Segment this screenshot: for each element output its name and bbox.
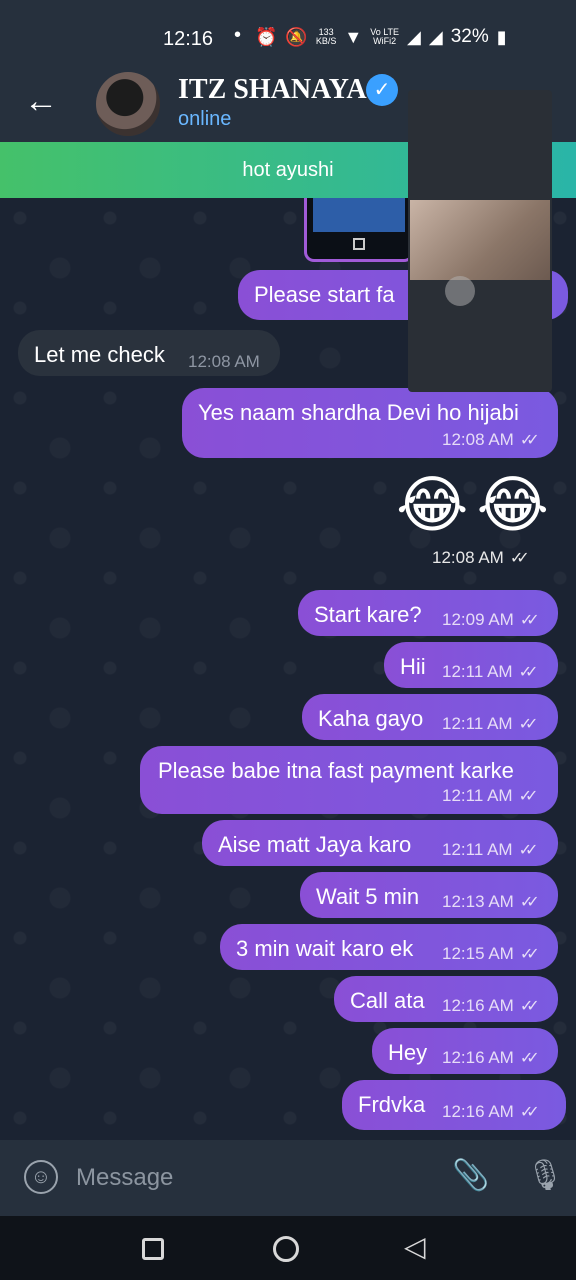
read-ticks-icon: ✓✓: [519, 894, 540, 911]
message-meta: 12:16 AM ✓✓: [442, 1102, 540, 1122]
message-bubble[interactable]: Please babe itna fast payment karke 12:1…: [140, 746, 558, 814]
shared-image-content: [313, 198, 405, 232]
emoji-message-meta: 12:08 AM ✓✓: [432, 548, 530, 568]
emoji-icon[interactable]: ☺: [24, 1160, 58, 1194]
message-text: Yes naam shardha Devi ho hijabi: [198, 400, 519, 425]
contact-status: online: [178, 108, 232, 130]
message-time: 12:13 AM: [442, 892, 514, 911]
message-time: 12:09 AM: [442, 610, 514, 629]
message-time: 12:16 AM: [442, 996, 514, 1015]
alarm-icon: ⏰: [255, 26, 278, 47]
attach-icon[interactable]: 📎: [452, 1158, 489, 1193]
read-ticks-icon: ✓✓: [518, 716, 539, 733]
message-text: Call ata: [350, 988, 425, 1013]
read-ticks-icon: ✓✓: [509, 550, 530, 567]
message-text: Kaha gayo: [318, 706, 424, 731]
read-ticks-icon: ✓✓: [518, 788, 539, 805]
read-ticks-icon: ✓✓: [519, 1050, 540, 1067]
home-button-icon: [353, 238, 365, 250]
message-bubble[interactable]: Wait 5 min 12:13 AM ✓✓: [300, 872, 558, 918]
mute-icon: 🔕: [285, 26, 308, 47]
message-text: Aise matt Jaya karo: [218, 832, 412, 857]
message-meta: 12:11 AM ✓✓: [442, 840, 539, 860]
read-ticks-icon: ✓✓: [519, 432, 540, 449]
message-time: 12:16 AM: [442, 1048, 514, 1067]
message-text: Wait 5 min: [316, 884, 420, 909]
message-text: Hey: [388, 1040, 428, 1065]
signal-icon-2: ◢: [428, 26, 443, 47]
volte-label: Vo LTE WiFi2: [370, 28, 399, 46]
message-bubble[interactable]: Kaha gayo 12:11 AM ✓✓: [302, 694, 558, 740]
message-text: Frdvka: [358, 1092, 426, 1117]
shared-image[interactable]: [304, 198, 414, 262]
message-meta: 12:08 AM ✓✓: [442, 430, 540, 450]
message-time: 12:08 AM: [432, 548, 504, 567]
verified-icon: ✓: [366, 74, 398, 106]
nav-back-icon[interactable]: ◁: [404, 1230, 426, 1263]
read-ticks-icon: ✓✓: [519, 612, 540, 629]
message-meta: 12:11 AM ✓✓: [442, 714, 539, 734]
message-bubble[interactable]: Aise matt Jaya karo 12:11 AM ✓✓: [202, 820, 558, 866]
video-drag-handle[interactable]: [445, 276, 475, 306]
status-time: 12:16: [163, 28, 214, 50]
message-text: Let me check: [34, 342, 165, 367]
read-ticks-icon: ✓✓: [518, 664, 539, 681]
message-text: Please start fa: [254, 282, 395, 307]
emoji-message[interactable]: 😂😂: [396, 468, 557, 541]
wifi-icon: ▼: [344, 26, 363, 47]
read-ticks-icon: ✓✓: [519, 946, 540, 963]
message-bubble[interactable]: Call ata 12:16 AM ✓✓: [334, 976, 558, 1022]
message-bubble[interactable]: 3 min wait karo ek 12:15 AM ✓✓: [220, 924, 558, 970]
status-bar: 12:16 • ⏰ 🔕 133 KB/S ▼ Vo LTE WiFi2 ◢ ◢ 32…: [0, 0, 576, 72]
message-time: 12:08 AM: [188, 352, 260, 371]
message-time: 12:11 AM: [442, 786, 513, 805]
battery-icon: ▮: [496, 26, 507, 47]
video-thumbnail[interactable]: [410, 200, 550, 280]
message-bubble[interactable]: Let me check 12:08 AM: [18, 330, 280, 376]
status-icons: ⏰ 🔕 133 KB/S ▼ Vo LTE WiFi2 ◢ ◢ 32% ▮: [255, 26, 507, 48]
message-bubble[interactable]: Start kare? 12:09 AM ✓✓: [298, 590, 558, 636]
net-speed: 133 KB/S: [316, 28, 337, 46]
floating-video-overlay[interactable]: [408, 90, 552, 392]
message-meta: 12:16 AM ✓✓: [442, 996, 540, 1016]
notification-dot: •: [234, 24, 242, 46]
read-ticks-icon: ✓✓: [518, 842, 539, 859]
recents-button[interactable]: [142, 1238, 164, 1260]
message-time: 12:11 AM: [442, 714, 513, 733]
message-time: 12:08 AM: [442, 430, 514, 449]
avatar[interactable]: [96, 72, 160, 136]
message-time: 12:16 AM: [442, 1102, 514, 1121]
read-ticks-icon: ✓✓: [519, 998, 540, 1015]
message-text: 3 min wait karo ek: [236, 936, 414, 961]
message-time: 12:11 AM: [442, 840, 513, 859]
pinned-text: hot ayushi: [242, 159, 334, 181]
message-time: 12:15 AM: [442, 944, 514, 963]
message-meta: 12:16 AM ✓✓: [442, 1048, 540, 1068]
message-meta: 12:15 AM ✓✓: [442, 944, 540, 964]
back-arrow-icon[interactable]: ←: [24, 82, 58, 121]
battery-percent: 32%: [450, 26, 489, 47]
microphone-icon[interactable]: 🎙: [526, 1158, 564, 1193]
message-input-bar: ☺ 📎 🎙: [0, 1140, 576, 1216]
message-bubble[interactable]: Yes naam shardha Devi ho hijabi 12:08 AM…: [182, 388, 558, 458]
contact-name[interactable]: ITZ SHANAYA: [178, 74, 367, 106]
message-meta: 12:09 AM ✓✓: [442, 610, 540, 630]
message-text: Start kare?: [314, 602, 422, 627]
wifi-label: WiFi2: [373, 36, 397, 46]
signal-icon-1: ◢: [407, 26, 421, 47]
message-text: Hii: [400, 654, 426, 679]
system-nav-bar: ◁: [0, 1216, 576, 1280]
message-bubble[interactable]: Frdvka 12:16 AM ✓✓: [342, 1080, 566, 1130]
message-input[interactable]: [76, 1158, 436, 1198]
message-meta: 12:11 AM ✓✓: [442, 786, 539, 806]
read-ticks-icon: ✓✓: [519, 1104, 540, 1121]
home-button[interactable]: [273, 1236, 299, 1262]
message-meta: 12:11 AM ✓✓: [442, 662, 539, 682]
message-bubble[interactable]: Hii 12:11 AM ✓✓: [384, 642, 558, 688]
message-bubble[interactable]: Hey 12:16 AM ✓✓: [372, 1028, 558, 1074]
message-time: 12:11 AM: [442, 662, 513, 681]
message-text: Please babe itna fast payment karke: [158, 758, 514, 783]
net-speed-unit: KB/S: [315, 36, 337, 46]
message-meta: 12:13 AM ✓✓: [442, 892, 540, 912]
